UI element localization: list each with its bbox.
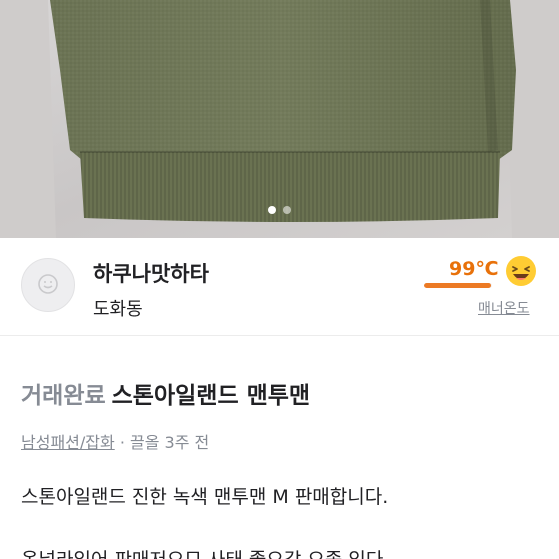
sweatshirt-image — [0, 0, 559, 238]
carousel-indicator — [0, 206, 559, 214]
carousel-dot[interactable] — [283, 206, 291, 214]
temperature-bar — [424, 283, 492, 288]
default-avatar-icon — [38, 274, 58, 294]
article-title: 거래완료 스톤아일랜드 맨투맨 — [21, 376, 310, 410]
seller-location: 도화동 — [93, 299, 143, 320]
temperature-bar-fill — [424, 283, 492, 288]
article-description: 스톤아일랜드 진한 녹색 맨투맨 M 판매합니다. — [21, 486, 389, 508]
carousel-dot-active[interactable] — [268, 206, 276, 214]
laughing-face-icon — [506, 256, 536, 286]
article-description-cut: 옷넣라입어 판매저으므 사태 좋으각 으좀 있다 — [21, 545, 383, 559]
status-badge: 거래완료 — [21, 383, 106, 409]
article-name: 스톤아일랜드 맨투맨 — [111, 383, 311, 409]
category-link[interactable]: 남성패션/잡화 — [21, 433, 115, 452]
seller-name[interactable]: 하쿠나맛하타 — [93, 258, 209, 288]
product-photo[interactable] — [0, 0, 559, 238]
bump-time: 끌올 3주 전 — [130, 433, 210, 452]
manner-temperature-link[interactable]: 매너온도 — [478, 298, 530, 318]
manner-temperature: 99℃ — [449, 258, 499, 280]
avatar[interactable] — [21, 258, 75, 312]
article-meta: 남성패션/잡화 · 끌올 3주 전 — [21, 429, 209, 453]
seller-profile[interactable]: 하쿠나맛하타 도화동 99℃ 매너온도 — [0, 238, 559, 336]
meta-separator: · — [119, 433, 125, 452]
